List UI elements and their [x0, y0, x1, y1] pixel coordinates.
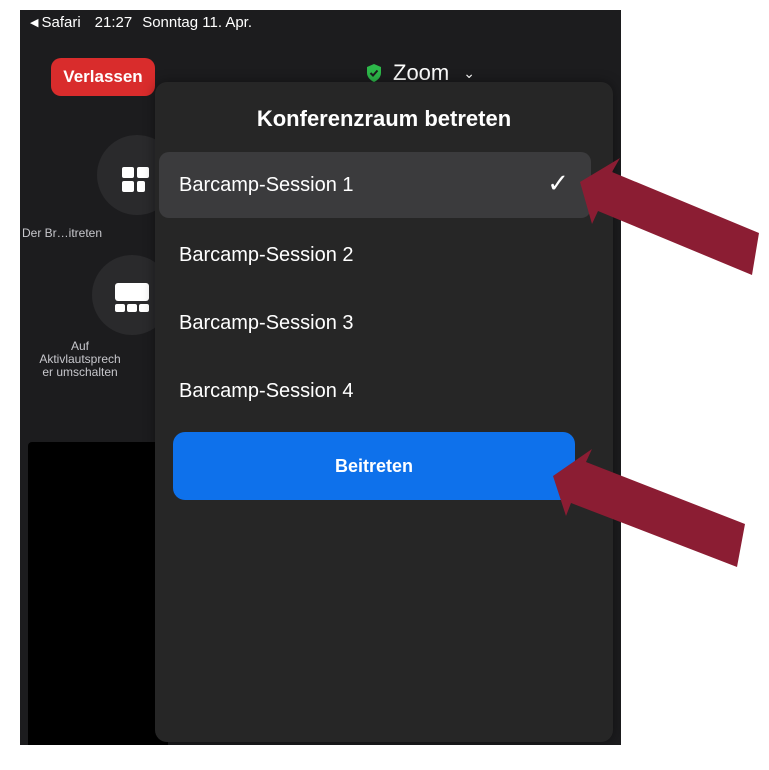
room-option-label: Barcamp-Session 4	[179, 379, 354, 402]
room-option-label: Barcamp-Session 1	[179, 173, 354, 196]
room-option-3[interactable]: Barcamp-Session 3	[159, 290, 591, 356]
breakout-rooms-label: Der Br…itreten	[22, 226, 103, 240]
checkmark-icon: ✓	[547, 168, 569, 198]
back-triangle-icon: ◀	[30, 16, 39, 29]
status-bar: ◀ Safari 21:27 Sonntag 11. Apr.	[20, 10, 621, 34]
dialog-title: Konferenzraum betreten	[256, 106, 512, 131]
join-breakout-room-dialog: Konferenzraum betreten Barcamp-Session 1…	[155, 82, 613, 742]
room-option-4[interactable]: Barcamp-Session 4	[159, 358, 591, 424]
back-app-label: Safari	[41, 13, 81, 31]
room-option-2[interactable]: Barcamp-Session 2	[159, 222, 591, 288]
room-option-label: Barcamp-Session 2	[179, 243, 354, 266]
leave-button[interactable]: Verlassen	[51, 58, 155, 96]
zoom-screen: ◀ Safari 21:27 Sonntag 11. Apr. Verlasse…	[20, 10, 621, 745]
switch-speaker-view-label: Auf Aktivlautsprech er umschalten	[30, 340, 130, 379]
chevron-down-icon: ⌄	[463, 64, 475, 81]
room-option-1[interactable]: Barcamp-Session 1 ✓	[159, 152, 591, 218]
status-date: Sonntag 11. Apr.	[142, 13, 253, 31]
speaker-label-line: er umschalten	[42, 365, 118, 379]
shield-check-icon	[367, 64, 381, 82]
video-thumbnail	[28, 442, 168, 745]
join-button[interactable]: Beitreten	[173, 432, 575, 500]
back-to-safari[interactable]: ◀ Safari	[30, 14, 81, 31]
room-option-label: Barcamp-Session 3	[179, 311, 354, 334]
status-time: 21:27	[94, 13, 133, 31]
